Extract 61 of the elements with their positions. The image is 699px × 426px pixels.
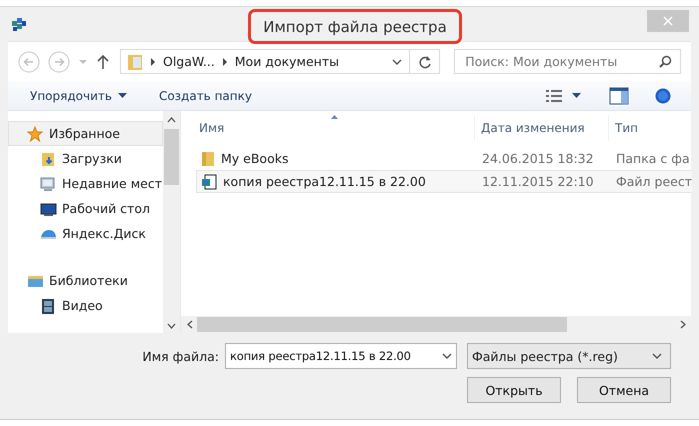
column-header[interactable]: Имя — [181, 115, 475, 141]
file-name: копия реестра12.11.15 в 22.00 — [223, 174, 426, 189]
address-bar[interactable]: OlgaW... Мои документы — [120, 49, 440, 74]
folder-icon — [40, 150, 57, 166]
date-cell-text: 12.11.2015 22:10 — [481, 174, 595, 189]
file-row[interactable]: копия реестра12.11.15 в 22.00 12.11.2015 22:10 Файл реест — [196, 170, 692, 193]
view-list-icon[interactable] — [546, 88, 564, 102]
close-icon — [663, 16, 673, 26]
preview-pane-icon[interactable] — [609, 86, 629, 104]
caret-icon — [118, 93, 127, 98]
column-header[interactable]: Тип — [609, 115, 692, 141]
sidebar-item[interactable]: Избранное — [8, 121, 163, 146]
registry-file-icon — [201, 174, 217, 190]
folder-icon — [127, 52, 143, 70]
chevron-up-icon[interactable] — [167, 117, 176, 123]
sidebar-item[interactable]: Рабочий стол — [8, 196, 163, 221]
caret-icon[interactable] — [572, 93, 581, 98]
toolbar-button[interactable]: Создать папку — [154, 86, 256, 104]
scrollbar-thumb[interactable] — [197, 317, 567, 332]
star-icon — [27, 126, 44, 142]
search-field[interactable]: Поиск: Мои документы — [454, 49, 681, 74]
search-icon — [659, 55, 672, 68]
refresh-icon[interactable] — [418, 54, 432, 68]
field-label: Имя файла: — [142, 348, 219, 364]
filename-field[interactable]: копия реестра12.11.15 в 22.00 — [225, 343, 457, 369]
sidebar-item[interactable]: Библиотеки — [8, 268, 163, 293]
folder-icon — [201, 150, 215, 166]
scrollbar[interactable] — [163, 111, 180, 333]
open-button[interactable]: Открыть — [467, 377, 561, 403]
chevron-icon — [150, 58, 156, 66]
type-cell-text: Папка с фа — [615, 151, 691, 166]
type-cell-text: Файл реест — [615, 174, 692, 189]
date-cell-text: 24.06.2015 18:32 — [481, 151, 595, 166]
column-header[interactable]: Дата изменения — [475, 115, 609, 141]
chevron-down-icon — [652, 353, 662, 359]
chevron-left-icon[interactable] — [187, 320, 193, 329]
file-type-dropdown[interactable]: Файлы реестра (*.reg) — [467, 343, 671, 369]
breadcrumb[interactable]: Мои документы — [234, 54, 339, 69]
up-arrow-icon[interactable] — [96, 54, 110, 70]
chevron-down-icon[interactable] — [442, 353, 452, 359]
sidebar-item[interactable]: Загрузки — [8, 146, 163, 171]
chevron-down-icon[interactable] — [392, 58, 402, 64]
sort-arrow-icon — [331, 115, 338, 119]
window-title: Импорт файла реестра — [248, 9, 462, 44]
file-name: My eBooks — [221, 151, 288, 166]
cancel-button[interactable]: Отмена — [577, 377, 671, 403]
menu-button[interactable]: Упорядочить — [26, 86, 131, 104]
file-row[interactable]: My eBooks 24.06.2015 18:32 Папка с фа — [196, 147, 692, 170]
scrollbar[interactable] — [181, 316, 692, 333]
scrollbar-thumb[interactable] — [164, 129, 179, 185]
monitor-icon — [40, 200, 57, 216]
chevron-down-icon[interactable] — [167, 323, 176, 329]
film-icon — [40, 298, 57, 314]
sidebar-item[interactable]: Яндекс.Диск — [8, 221, 163, 246]
sidebar-item[interactable]: Видео — [8, 293, 163, 318]
sidebar-item[interactable]: Недавние мест — [8, 171, 163, 196]
registry-app-icon — [10, 15, 28, 33]
chevron-right-icon[interactable] — [680, 320, 686, 329]
breadcrumb[interactable]: OlgaW... — [163, 54, 215, 69]
chevron-icon — [222, 58, 228, 66]
computer-icon — [40, 176, 57, 192]
